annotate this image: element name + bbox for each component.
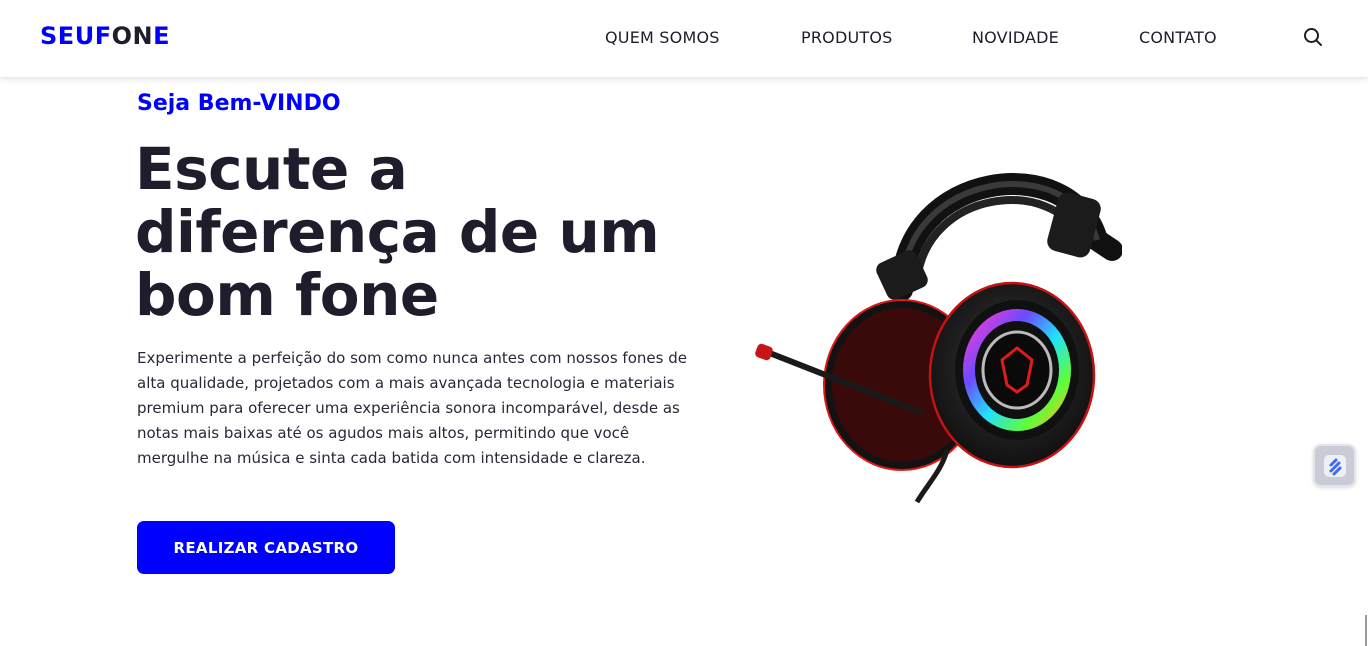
welcome-text: Seja Bem-VINDO (137, 91, 341, 116)
search-icon[interactable] (1303, 27, 1323, 47)
description-line-5: mergulhe na música e sinta cada batida c… (137, 449, 646, 467)
nav-link-contato[interactable]: CONTATO (1139, 28, 1217, 47)
logo-text-u: U (74, 22, 95, 50)
description-line-1: Experimente a perfeição do som como nunc… (137, 349, 687, 367)
logo-text-on: ON (111, 22, 154, 50)
register-button[interactable]: REALIZAR CADASTRO (137, 521, 395, 574)
logo-text-f: F (94, 22, 112, 50)
gaming-headset-image (755, 173, 1122, 504)
hero-description: Experimente a perfeição do som como nunc… (137, 346, 737, 471)
lightning-icon (1323, 454, 1346, 477)
scrollbar-edge[interactable] (1365, 615, 1367, 646)
top-navbar: SEUFONE QUEM SOMOS PRODUTOS NOVIDADE CON… (0, 0, 1368, 77)
headline-line-1: Escute a (135, 135, 408, 203)
floating-widget-button[interactable] (1313, 444, 1356, 487)
nav-link-novidade[interactable]: NOVIDADE (972, 28, 1059, 47)
description-line-4: notas mais baixas até os agudos mais alt… (137, 424, 630, 442)
description-line-3: premium para oferecer uma experiência so… (137, 399, 680, 417)
description-line-2: alta qualidade, projetados com a mais av… (137, 374, 675, 392)
site-logo[interactable]: SEUFONE (40, 22, 170, 50)
hero-headline: Escute a diferença de um bom fone (135, 138, 735, 327)
logo-text-se: SE (40, 22, 75, 50)
headline-line-3: bom fone (135, 261, 439, 329)
logo-text-e: E (153, 22, 170, 50)
headline-line-2: diferença de um (135, 198, 660, 266)
nav-link-quem-somos[interactable]: QUEM SOMOS (605, 28, 720, 47)
nav-link-produtos[interactable]: PRODUTOS (801, 28, 893, 47)
